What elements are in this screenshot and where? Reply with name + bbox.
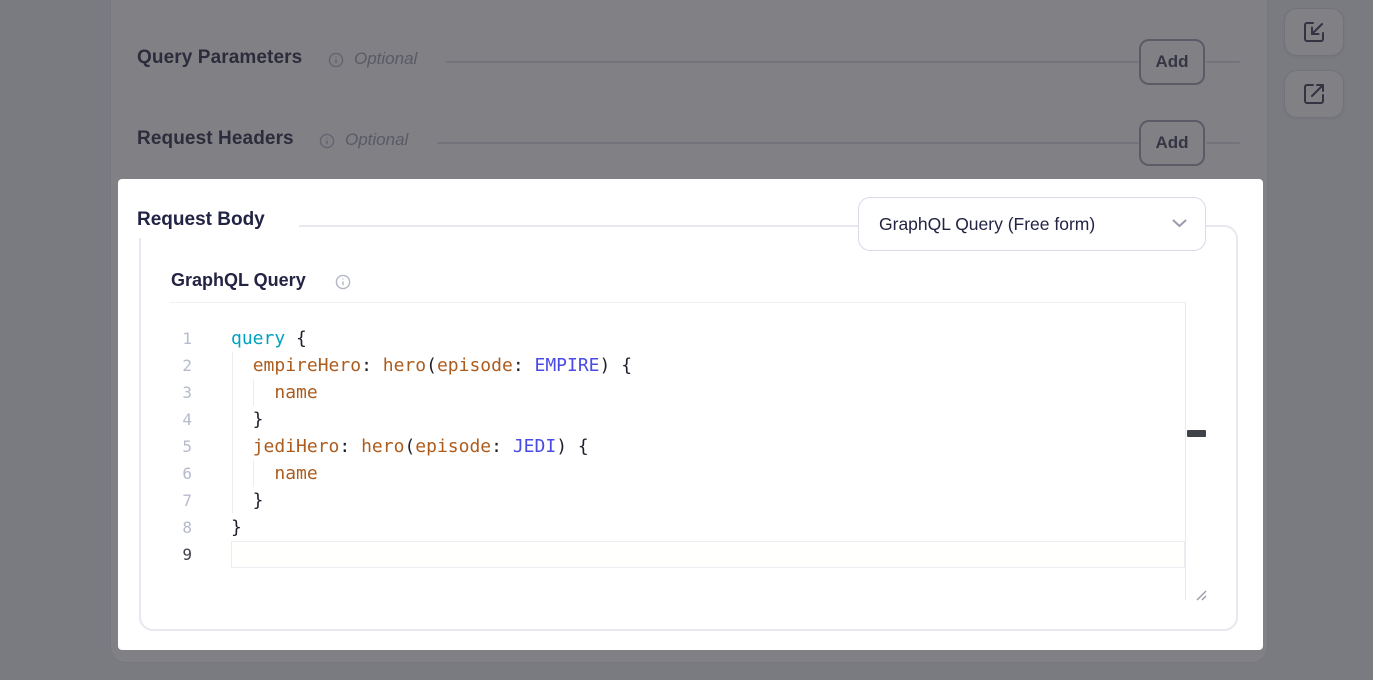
info-icon[interactable]	[328, 52, 344, 68]
external-link-icon	[1302, 82, 1326, 106]
info-icon[interactable]	[319, 133, 335, 149]
code-text: name	[231, 379, 318, 406]
code-line[interactable]: 4 }	[170, 406, 1185, 433]
code-line[interactable]: 6 name	[170, 460, 1185, 487]
open-external-button[interactable]	[1284, 70, 1344, 118]
code-text: }	[231, 514, 242, 541]
indent-guide	[253, 460, 254, 487]
code-line[interactable]: 5 jediHero: hero(episode: JEDI) {	[170, 433, 1185, 460]
indent-guide	[232, 352, 233, 513]
code-line[interactable]: 7 }	[170, 487, 1185, 514]
add-request-header-button[interactable]: Add	[1139, 120, 1205, 166]
code-line[interactable]: 9	[170, 541, 1185, 568]
request-headers-title: Request Headers	[137, 128, 294, 150]
optional-label: Optional	[354, 49, 417, 69]
optional-label: Optional	[345, 130, 408, 150]
line-number: 6	[170, 460, 192, 487]
code-text: }	[231, 487, 264, 514]
code-text	[231, 541, 1185, 568]
line-number: 1	[170, 325, 192, 352]
request-body-title: Request Body	[137, 209, 265, 231]
editor-scrollbar-thumb[interactable]	[1187, 430, 1206, 437]
code-line[interactable]: 8}	[170, 514, 1185, 541]
code-lines: 1query {2 empireHero: hero(episode: EMPI…	[170, 325, 1185, 568]
page: Query Parameters Optional Add Request He…	[0, 0, 1373, 680]
code-text: jediHero: hero(episode: JEDI) {	[231, 433, 589, 460]
code-text: }	[231, 406, 264, 433]
line-number: 2	[170, 352, 192, 379]
divider	[446, 61, 1139, 63]
code-text: query {	[231, 325, 307, 352]
divider	[1206, 142, 1240, 144]
code-text: name	[231, 460, 318, 487]
resize-handle-icon[interactable]	[1192, 586, 1208, 607]
info-icon[interactable]	[335, 274, 351, 290]
body-type-select-value: GraphQL Query (Free form)	[879, 214, 1164, 235]
line-number: 5	[170, 433, 192, 460]
line-number: 7	[170, 487, 192, 514]
edit-inline-button[interactable]	[1284, 8, 1344, 56]
add-query-parameter-button[interactable]: Add	[1139, 39, 1205, 85]
edit-import-icon	[1302, 20, 1326, 44]
line-number: 3	[170, 379, 192, 406]
code-line[interactable]: 2 empireHero: hero(episode: EMPIRE) {	[170, 352, 1185, 379]
code-line[interactable]: 3 name	[170, 379, 1185, 406]
divider	[437, 142, 1139, 144]
code-text: empireHero: hero(episode: EMPIRE) {	[231, 352, 632, 379]
code-line[interactable]: 1 query {	[170, 325, 1185, 352]
divider	[1206, 61, 1240, 63]
graphql-code-editor[interactable]: 1query {2 empireHero: hero(episode: EMPI…	[170, 302, 1186, 600]
line-number: 4	[170, 406, 192, 433]
graphql-query-label: GraphQL Query	[171, 270, 306, 291]
body-type-select[interactable]: GraphQL Query (Free form)	[858, 197, 1206, 251]
query-parameters-title: Query Parameters	[137, 47, 302, 69]
line-number: 8	[170, 514, 192, 541]
chevron-down-icon	[1172, 215, 1187, 233]
line-number: 9	[170, 541, 192, 568]
indent-guide	[253, 379, 254, 406]
